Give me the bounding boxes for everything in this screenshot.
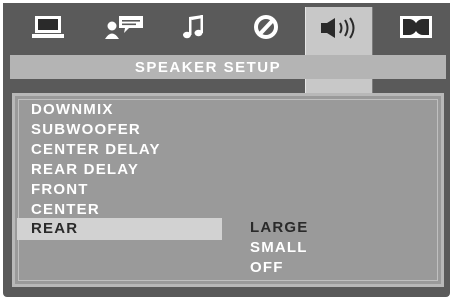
tab-video[interactable] — [235, 7, 297, 47]
monitor-icon — [31, 15, 65, 39]
menu-item-rear[interactable]: REAR — [17, 218, 222, 240]
dolby-icon — [399, 15, 433, 39]
menu-item-rear-delay[interactable]: REAR DELAY — [31, 160, 139, 179]
menu-item-center[interactable]: CENTER — [31, 200, 100, 219]
page-title-text: SPEAKER SETUP — [134, 58, 282, 76]
menu-item-front[interactable]: FRONT — [31, 180, 89, 199]
person-subtitle-icon — [103, 14, 145, 40]
option-large[interactable]: LARGE — [250, 218, 309, 238]
option-off[interactable]: OFF — [250, 258, 284, 278]
music-note-icon — [182, 14, 206, 40]
page-title: SPEAKER SETUP — [10, 55, 446, 79]
disc-icon — [253, 14, 279, 40]
option-small[interactable]: SMALL — [250, 238, 308, 258]
menu-item-subwoofer[interactable]: SUBWOOFER — [31, 120, 141, 139]
tab-dolby[interactable] — [385, 7, 447, 47]
speaker-icon — [319, 17, 359, 39]
osd-screen: SPEAKER SETUP DOWNMIX SUBWOOFER CENTER D… — [3, 3, 450, 297]
tab-speaker[interactable] — [305, 7, 373, 93]
setup-tab-bar — [3, 3, 450, 93]
tab-audio[interactable] — [163, 7, 225, 47]
menu-item-center-delay[interactable]: CENTER DELAY — [31, 140, 161, 159]
tab-general[interactable] — [17, 7, 79, 47]
menu-item-downmix[interactable]: DOWNMIX — [31, 100, 114, 119]
tab-language[interactable] — [93, 7, 155, 47]
